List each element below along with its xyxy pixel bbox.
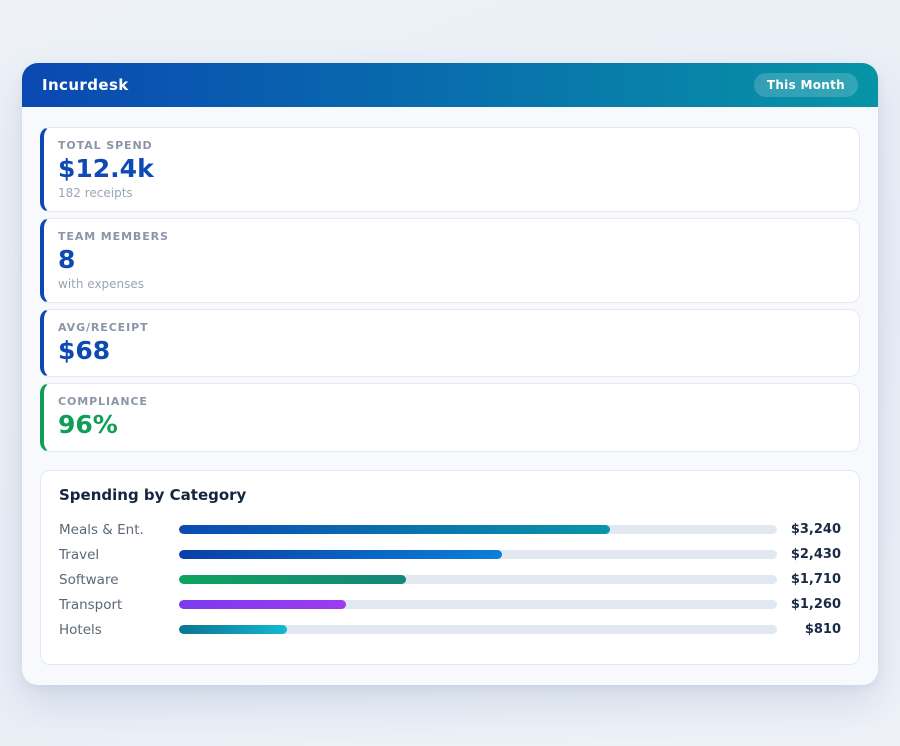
stat-card-avg-receipt: AVG/RECEIPT $68 — [40, 309, 860, 378]
bar-fill-hotels — [179, 625, 287, 634]
stat-label: TEAM MEMBERS — [58, 230, 843, 243]
category-label: Meals & Ent. — [59, 522, 179, 538]
category-row-travel: Travel $2,430 — [59, 542, 841, 567]
spending-by-category-panel: Spending by Category Meals & Ent. $3,240… — [40, 470, 860, 665]
bar-fill-travel — [179, 550, 502, 559]
bar-track — [179, 575, 777, 584]
stat-subtext: with expenses — [58, 277, 843, 291]
category-value: $3,240 — [777, 522, 841, 537]
dashboard-content: TOTAL SPEND $12.4k 182 receipts TEAM MEM… — [22, 107, 878, 665]
app-title: Incurdesk — [42, 76, 129, 94]
category-label: Software — [59, 572, 179, 588]
bar-track — [179, 550, 777, 559]
stat-value: 8 — [58, 246, 843, 275]
stat-value: $12.4k — [58, 155, 843, 184]
stat-card-compliance: COMPLIANCE 96% — [40, 383, 860, 452]
stat-card-team-members: TEAM MEMBERS 8 with expenses — [40, 218, 860, 303]
category-label: Hotels — [59, 622, 179, 638]
category-value: $810 — [777, 622, 841, 637]
category-value: $1,710 — [777, 572, 841, 587]
bar-track — [179, 625, 777, 634]
period-badge[interactable]: This Month — [754, 73, 858, 97]
category-value: $2,430 — [777, 547, 841, 562]
panel-title: Spending by Category — [59, 486, 841, 504]
category-value: $1,260 — [777, 597, 841, 612]
stat-label: COMPLIANCE — [58, 395, 843, 408]
stat-value: $68 — [58, 337, 843, 366]
category-label: Transport — [59, 597, 179, 613]
dashboard-card: Incurdesk This Month TOTAL SPEND $12.4k … — [22, 63, 878, 685]
category-row-transport: Transport $1,260 — [59, 592, 841, 617]
bar-track — [179, 600, 777, 609]
stat-label: AVG/RECEIPT — [58, 321, 843, 334]
stats-list: TOTAL SPEND $12.4k 182 receipts TEAM MEM… — [40, 127, 860, 452]
bar-fill-transport — [179, 600, 346, 609]
bar-fill-meals — [179, 525, 610, 534]
category-row-software: Software $1,710 — [59, 567, 841, 592]
category-label: Travel — [59, 547, 179, 563]
category-row-meals: Meals & Ent. $3,240 — [59, 517, 841, 542]
stat-value: 96% — [58, 411, 843, 440]
stat-card-total-spend: TOTAL SPEND $12.4k 182 receipts — [40, 127, 860, 212]
category-row-hotels: Hotels $810 — [59, 617, 841, 642]
bar-track — [179, 525, 777, 534]
stat-subtext: 182 receipts — [58, 186, 843, 200]
bar-fill-software — [179, 575, 406, 584]
stat-label: TOTAL SPEND — [58, 139, 843, 152]
app-header: Incurdesk This Month — [22, 63, 878, 107]
